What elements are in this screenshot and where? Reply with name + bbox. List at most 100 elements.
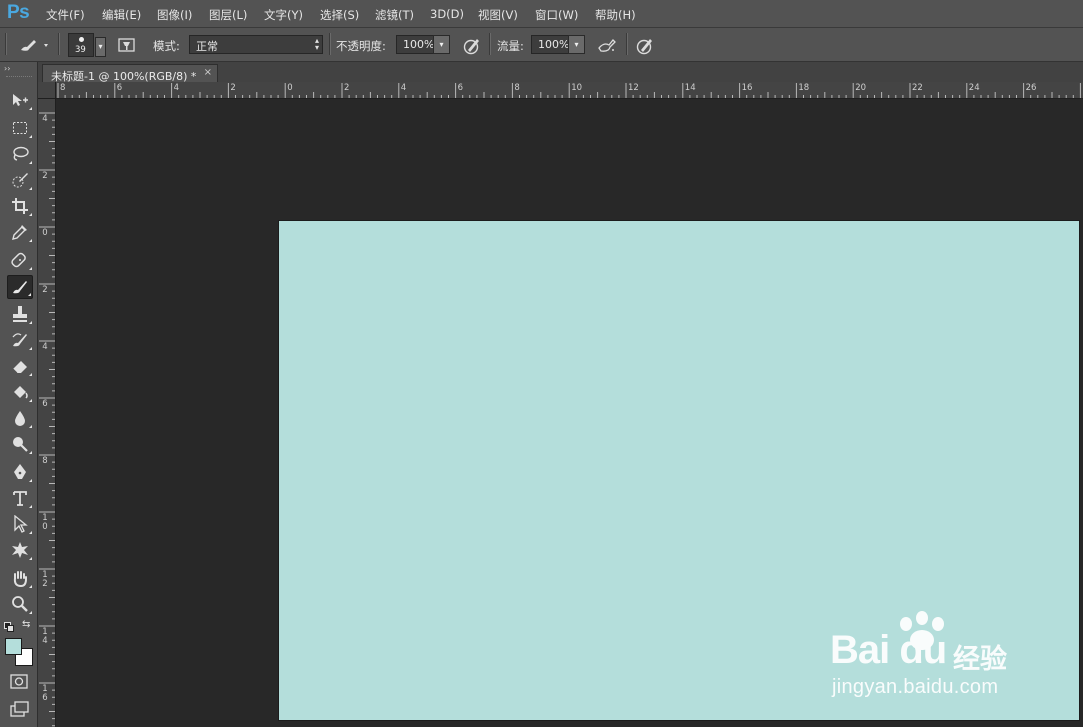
tool-preset-picker[interactable] bbox=[18, 36, 48, 57]
menu-window[interactable]: 窗口(W) bbox=[535, 7, 578, 23]
pen-tool[interactable] bbox=[7, 460, 33, 484]
watermark-brand-cn: 经验 bbox=[953, 644, 1007, 675]
quick-selection-tool[interactable] bbox=[7, 168, 33, 192]
ruler-h-label: 14 bbox=[684, 83, 696, 93]
path-selection-arrow-icon bbox=[14, 515, 28, 533]
flow-input[interactable]: 100% bbox=[531, 35, 569, 54]
crop-tool[interactable] bbox=[7, 194, 33, 218]
quick-mask-button[interactable] bbox=[10, 674, 28, 693]
ruler-v-label: 4 bbox=[42, 342, 48, 352]
default-colors-icon[interactable] bbox=[4, 621, 14, 635]
hand-tool[interactable] bbox=[7, 566, 33, 590]
ruler-h-label: 12 bbox=[628, 83, 639, 93]
path-selection-tool[interactable] bbox=[7, 512, 33, 536]
separator bbox=[489, 33, 491, 55]
options-bar: 39 ▾ 模式: 正常 ▴ ▾ 不透明度: 100% ▾ 流量: 100% ▾ bbox=[0, 28, 1083, 62]
flow-slider-dropdown[interactable]: ▾ bbox=[568, 35, 585, 54]
ruler-origin[interactable] bbox=[38, 82, 56, 99]
pressure-opacity-button[interactable] bbox=[462, 36, 482, 59]
screen-mode-icon bbox=[10, 701, 29, 717]
brush-tool[interactable] bbox=[7, 275, 33, 299]
opacity-value: 100% bbox=[403, 38, 435, 51]
menu-bar: Ps 文件(F) 编辑(E) 图像(I) 图层(L) 文字(Y) 选择(S) 滤… bbox=[0, 0, 1083, 28]
water-drop-icon bbox=[15, 411, 25, 426]
menu-file[interactable]: 文件(F) bbox=[46, 7, 85, 23]
crop-icon bbox=[12, 198, 28, 214]
brush-tip-icon bbox=[79, 37, 84, 42]
panel-grip[interactable] bbox=[6, 76, 32, 79]
horizontal-ruler[interactable]: 8 6 4 2 0 2 4 6 8 10 12 14 16 18 20 22 24 26 bbox=[56, 82, 1083, 99]
opacity-input[interactable]: 100% bbox=[396, 35, 434, 54]
history-brush-tool[interactable] bbox=[7, 328, 33, 352]
brush-panel-toggle[interactable] bbox=[118, 37, 136, 56]
ruler-h-label: 0 bbox=[287, 83, 293, 93]
brush-preset-picker[interactable]: 39 bbox=[68, 33, 94, 57]
zoom-tool[interactable] bbox=[7, 592, 33, 616]
collapse-panel-icon[interactable]: ›› bbox=[4, 64, 10, 73]
menu-filter[interactable]: 滤镜(T) bbox=[375, 7, 414, 23]
menu-edit[interactable]: 编辑(E) bbox=[102, 7, 141, 23]
menu-3d[interactable]: 3D(D) bbox=[430, 7, 464, 21]
ruler-h-label: 2 bbox=[230, 83, 236, 93]
menu-layer[interactable]: 图层(L) bbox=[209, 7, 247, 23]
pressure-size-button[interactable] bbox=[635, 36, 655, 59]
move-icon bbox=[13, 94, 28, 106]
ruler-v-label: 6 bbox=[42, 399, 48, 409]
menu-view[interactable]: 视图(V) bbox=[478, 7, 518, 23]
paint-bucket-icon bbox=[14, 386, 28, 399]
menu-type[interactable]: 文字(Y) bbox=[264, 7, 303, 23]
ruler-v-label: 2 bbox=[42, 285, 48, 295]
brush-icon bbox=[13, 281, 27, 294]
document-tab[interactable]: 未标题-1 @ 100%(RGB/8) * × bbox=[42, 64, 218, 83]
separator bbox=[58, 33, 60, 55]
clone-stamp-tool[interactable] bbox=[7, 302, 33, 326]
ruler-h-label: 26 bbox=[1025, 83, 1037, 93]
ruler-h-label: 2 bbox=[344, 83, 350, 93]
close-tab-icon[interactable]: × bbox=[204, 67, 212, 78]
swap-colors-icon[interactable]: ⇆ bbox=[22, 619, 30, 630]
type-tool[interactable] bbox=[7, 486, 33, 510]
bandage-icon bbox=[11, 252, 26, 268]
vertical-ruler[interactable]: 4 2 0 2 4 6 8 10 12 14 16 bbox=[38, 99, 56, 727]
foreground-color-swatch[interactable] bbox=[5, 638, 22, 655]
healing-brush-tool[interactable] bbox=[7, 248, 33, 272]
ruler-v-label: 8 bbox=[42, 456, 48, 466]
screen-mode-button[interactable] bbox=[10, 700, 30, 721]
mode-label: 模式: bbox=[153, 39, 180, 53]
tools-panel: ›› ⇆ bbox=[0, 62, 38, 727]
ruler-v-label: 14 bbox=[42, 627, 48, 646]
blur-tool[interactable] bbox=[7, 406, 33, 430]
pen-pressure-size-icon bbox=[636, 39, 652, 55]
brush-preset-dropdown[interactable]: ▾ bbox=[95, 37, 106, 57]
flow-value: 100% bbox=[538, 38, 570, 51]
ruler-h-label: 8 bbox=[514, 83, 520, 93]
paint-bucket-tool[interactable] bbox=[7, 380, 33, 404]
ruler-h-label: 8 bbox=[60, 83, 66, 93]
menu-select[interactable]: 选择(S) bbox=[320, 7, 359, 23]
dodge-tool[interactable] bbox=[7, 432, 33, 456]
opacity-slider-dropdown[interactable]: ▾ bbox=[433, 35, 450, 54]
airbrush-button[interactable] bbox=[597, 36, 617, 59]
eyedropper-icon bbox=[12, 225, 27, 240]
type-t-icon bbox=[13, 491, 27, 506]
quick-mask-icon bbox=[10, 674, 28, 689]
menu-image[interactable]: 图像(I) bbox=[157, 7, 192, 23]
mode-select[interactable]: 正常 ▴ ▾ bbox=[189, 35, 323, 54]
eraser-tool[interactable] bbox=[7, 354, 33, 378]
brush-icon bbox=[21, 40, 48, 51]
eraser-icon bbox=[12, 361, 27, 374]
ruler-v-label: 0 bbox=[42, 228, 48, 238]
ruler-v-label: 16 bbox=[42, 684, 48, 703]
custom-shape-icon bbox=[12, 542, 28, 558]
move-tool[interactable] bbox=[7, 88, 33, 112]
ruler-h-label: 24 bbox=[968, 83, 980, 93]
lasso-tool[interactable] bbox=[7, 142, 33, 166]
hand-icon bbox=[13, 571, 27, 587]
ruler-v-label: 12 bbox=[42, 570, 48, 589]
eyedropper-tool[interactable] bbox=[7, 220, 33, 244]
marquee-tool[interactable] bbox=[7, 116, 33, 140]
custom-shape-tool[interactable] bbox=[7, 538, 33, 562]
menu-help[interactable]: 帮助(H) bbox=[595, 7, 636, 23]
brush-size-value: 39 bbox=[75, 45, 86, 55]
grip-separator bbox=[5, 33, 7, 55]
